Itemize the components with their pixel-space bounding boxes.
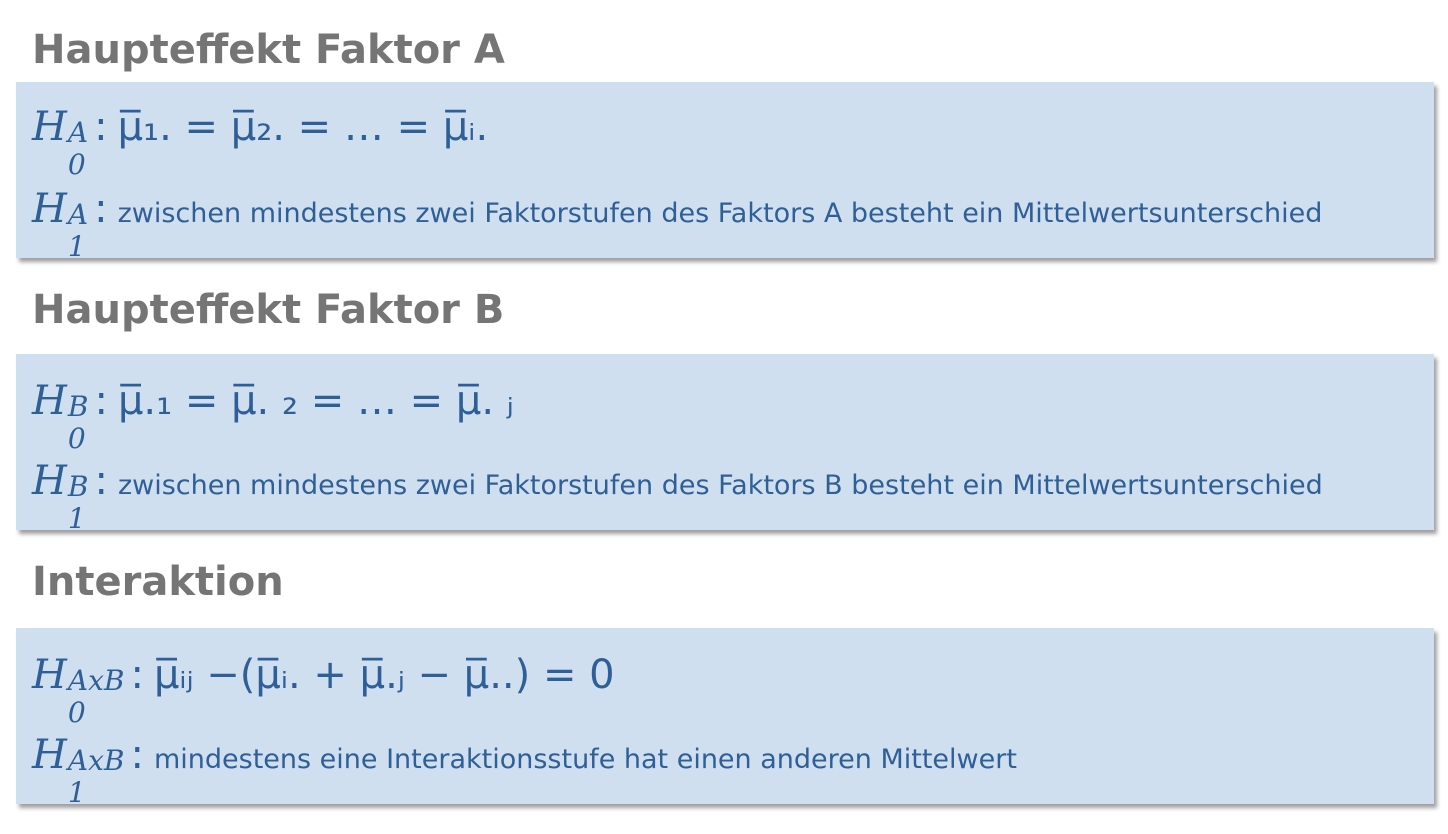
h1-symbol: H — [32, 732, 67, 778]
h0-expression-faktor-a: μ̅₁. = μ̅₂. = … = μ̅ᵢ. — [117, 104, 489, 150]
h0-row-interaktion: H AxB 0: μ̅ᵢⱼ −(μ̅ᵢ. + μ̅.ⱼ − μ̅..) = 0 — [32, 652, 615, 727]
heading-faktor-b: Haupteffekt Faktor B — [32, 287, 505, 333]
h1-subscript: 1 — [67, 776, 86, 809]
h0-subscript: 0 — [67, 422, 86, 455]
h0-row-faktor-a: H A 0: μ̅₁. = μ̅₂. = … = μ̅ᵢ. — [32, 104, 489, 179]
h1-subscript: 1 — [67, 230, 86, 263]
h0-colon: : — [130, 652, 144, 698]
h1-text-interaktion: mindestens eine Interaktionsstufe hat ei… — [153, 744, 1017, 775]
h0-superscript: B — [67, 390, 89, 423]
heading-interaktion: Interaktion — [32, 559, 284, 605]
h1-colon: : — [94, 186, 108, 232]
h0-colon: : — [94, 378, 108, 424]
h1-symbol: H — [32, 186, 67, 232]
h1-colon: : — [94, 458, 108, 504]
h0-superscript: A — [67, 116, 89, 149]
h1-row-interaktion: H AxB 1: mindestens eine Interaktionsstufe … — [32, 732, 1017, 807]
hypothesis-box-faktor-a: H A 0: μ̅₁. = μ̅₂. = … = μ̅ᵢ. H A 1: zwischen … — [16, 82, 1434, 261]
h1-colon: : — [130, 732, 144, 778]
heading-faktor-a: Haupteffekt Faktor A — [32, 27, 505, 73]
h0-symbol: H — [32, 378, 67, 424]
h1-superscript: A — [67, 198, 89, 231]
h0-symbol: H — [32, 652, 67, 698]
h1-symbol: H — [32, 458, 67, 504]
h1-superscript: B — [67, 470, 89, 503]
h1-row-faktor-a: H A 1: zwischen mindestens zwei Faktorstufe… — [32, 186, 1323, 261]
h1-text-faktor-a: zwischen mindestens zwei Faktorstufen de… — [117, 198, 1323, 229]
h0-expression-faktor-b: μ̅.₁ = μ̅. ₂ = … = μ̅. ⱼ — [117, 378, 514, 424]
h1-subscript: 1 — [67, 502, 86, 535]
hypothesis-box-interaktion: H AxB 0: μ̅ᵢⱼ −(μ̅ᵢ. + μ̅.ⱼ − μ̅..) = 0 H Ax… — [16, 628, 1434, 807]
h0-colon: : — [94, 104, 108, 150]
h1-superscript: AxB — [67, 744, 125, 777]
h0-expression-interaktion: μ̅ᵢⱼ −(μ̅ᵢ. + μ̅.ⱼ − μ̅..) = 0 — [153, 652, 615, 698]
h1-row-faktor-b: H B 1: zwischen mindestens zwei Faktorstufe… — [32, 458, 1323, 533]
h1-text-faktor-b: zwischen mindestens zwei Faktorstufen de… — [117, 470, 1323, 501]
h0-subscript: 0 — [67, 696, 86, 729]
h0-superscript: AxB — [67, 664, 125, 697]
h0-row-faktor-b: H B 0: μ̅.₁ = μ̅. ₂ = … = μ̅. ⱼ — [32, 378, 514, 453]
h0-subscript: 0 — [67, 148, 86, 181]
hypothesis-box-faktor-b: H B 0: μ̅.₁ = μ̅. ₂ = … = μ̅. ⱼ H B 1: zwische… — [16, 354, 1434, 533]
h0-symbol: H — [32, 104, 67, 150]
